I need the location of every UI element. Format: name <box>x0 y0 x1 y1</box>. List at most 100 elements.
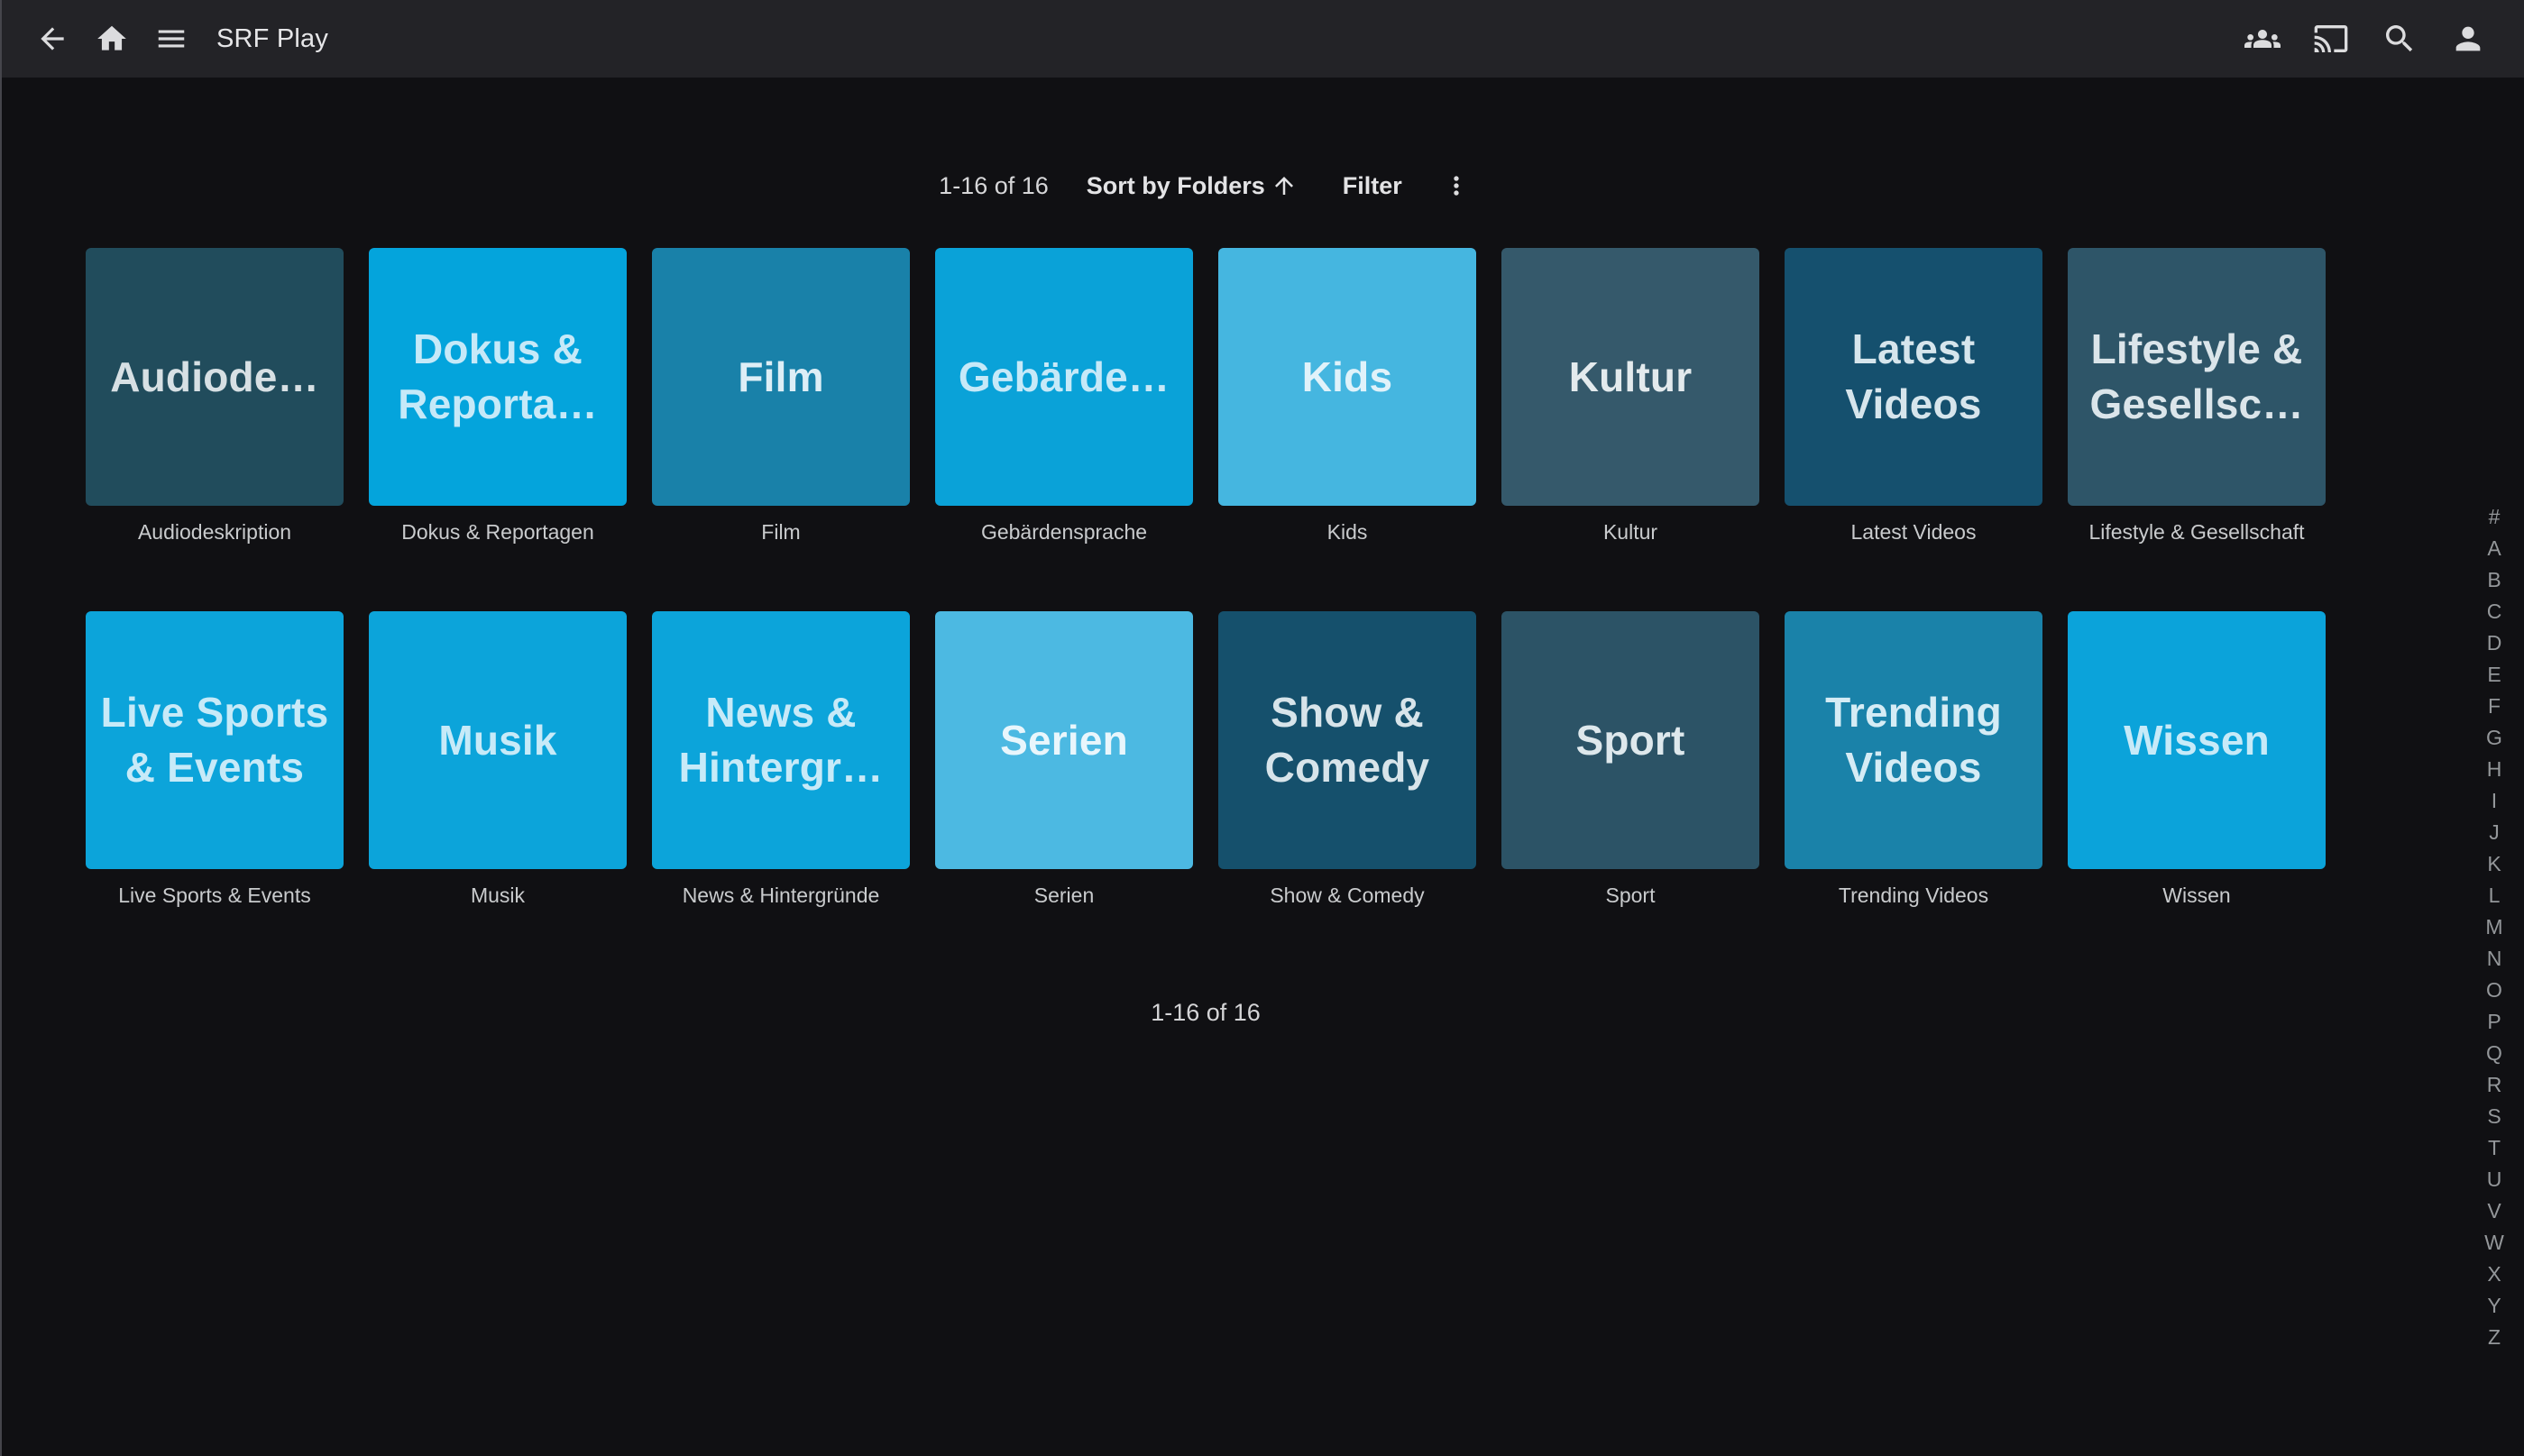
alphabet-letter[interactable]: # <box>2481 501 2508 533</box>
folder-tile[interactable]: Show & Comedy <box>1218 611 1476 869</box>
filter-button-label: Filter <box>1343 172 1402 200</box>
folder-tile[interactable]: Live Sports & Events <box>86 611 344 869</box>
folder-tile-label[interactable]: Film <box>761 520 800 545</box>
alphabet-letter[interactable]: M <box>2481 911 2508 943</box>
profile-button[interactable] <box>2443 14 2493 64</box>
folder-tile-label[interactable]: Lifestyle & Gesellschaft <box>2088 520 2304 545</box>
folder-tile[interactable]: Kultur <box>1501 248 1759 506</box>
folder-tile-label[interactable]: Trending Videos <box>1839 884 1988 908</box>
folder-tile-label[interactable]: Musik <box>471 884 525 908</box>
folder-tile-heading: Serien <box>1000 713 1128 768</box>
folder-tile-label[interactable]: Latest Videos <box>1851 520 1977 545</box>
folder-tile-label[interactable]: Show & Comedy <box>1270 884 1424 908</box>
alphabet-letter[interactable]: O <box>2481 975 2508 1006</box>
library-grid: Audiode… Audiodeskription Dokus & Report… <box>86 248 2326 908</box>
search-icon <box>2382 21 2418 57</box>
folder-tile-heading: News & Hintergr… <box>665 685 897 794</box>
alphabet-letter[interactable]: R <box>2481 1069 2508 1101</box>
overflow-menu-button[interactable] <box>1431 160 1482 211</box>
folder-tile-heading: Show & Comedy <box>1231 685 1464 794</box>
search-button[interactable] <box>2374 14 2425 64</box>
alphabet-letter[interactable]: H <box>2481 754 2508 785</box>
folder-tile-label[interactable]: Sport <box>1606 884 1656 908</box>
alphabet-letter[interactable]: G <box>2481 722 2508 754</box>
home-icon <box>95 22 129 56</box>
folder-tile[interactable]: Kids <box>1218 248 1476 506</box>
alphabet-letter[interactable]: F <box>2481 691 2508 722</box>
back-button[interactable] <box>27 14 78 64</box>
folder-tile-label[interactable]: Wissen <box>2162 884 2230 908</box>
alphabet-letter[interactable]: L <box>2481 880 2508 911</box>
alphabet-letter[interactable]: U <box>2481 1164 2508 1195</box>
folder-tile-label[interactable]: News & Hintergründe <box>683 884 880 908</box>
alphabet-letter[interactable]: X <box>2481 1259 2508 1290</box>
folder-tile[interactable]: Musik <box>369 611 627 869</box>
folder-tile-heading: Trending Videos <box>1797 685 2030 794</box>
folder-tile-label[interactable]: Live Sports & Events <box>118 884 311 908</box>
top-bar: SRF Play <box>0 0 2524 78</box>
folder-tile[interactable]: Gebärde… <box>935 248 1193 506</box>
library-card: Show & Comedy Show & Comedy <box>1218 611 1476 908</box>
library-card: Kids Kids <box>1218 248 1476 545</box>
folder-tile[interactable]: Wissen <box>2068 611 2326 869</box>
folder-tile-label[interactable]: Audiodeskription <box>138 520 291 545</box>
folder-tile-label[interactable]: Kultur <box>1603 520 1657 545</box>
folder-tile-label[interactable]: Dokus & Reportagen <box>401 520 594 545</box>
sort-button[interactable]: Sort by Folders <box>1070 165 1314 207</box>
alphabet-letter[interactable]: V <box>2481 1195 2508 1227</box>
folder-tile-heading: Lifestyle & Gesellsc… <box>2080 322 2313 431</box>
alphabet-letter[interactable]: I <box>2481 785 2508 817</box>
alphabet-letter[interactable]: E <box>2481 659 2508 691</box>
groups-button[interactable] <box>2237 14 2288 64</box>
alphabet-letter[interactable]: D <box>2481 627 2508 659</box>
person-icon <box>2450 21 2486 57</box>
sort-button-label: Sort by Folders <box>1087 172 1265 200</box>
folder-tile[interactable]: Lifestyle & Gesellsc… <box>2068 248 2326 506</box>
filter-button[interactable]: Filter <box>1326 165 1418 207</box>
alphabet-letter[interactable]: W <box>2481 1227 2508 1259</box>
library-card: Live Sports & Events Live Sports & Event… <box>86 611 344 908</box>
alphabet-letter[interactable]: Q <box>2481 1038 2508 1069</box>
alphabet-letter[interactable]: A <box>2481 533 2508 564</box>
library-card: Serien Serien <box>935 611 1193 908</box>
alphabet-letter[interactable]: J <box>2481 817 2508 848</box>
alphabet-letter[interactable]: T <box>2481 1132 2508 1164</box>
folder-tile[interactable]: Trending Videos <box>1785 611 2042 869</box>
home-button[interactable] <box>87 14 137 64</box>
folder-tile[interactable]: News & Hintergr… <box>652 611 910 869</box>
alphabet-letter[interactable]: N <box>2481 943 2508 975</box>
alphabet-letter[interactable]: C <box>2481 596 2508 627</box>
library-card: Audiode… Audiodeskription <box>86 248 344 545</box>
alphabet-picker: #ABCDEFGHIJKLMNOPQRSTUVWXYZ <box>2481 501 2508 1353</box>
folder-tile[interactable]: Latest Videos <box>1785 248 2042 506</box>
folder-tile-heading: Latest Videos <box>1797 322 2030 431</box>
folder-tile[interactable]: Dokus & Reporta… <box>369 248 627 506</box>
folder-tile-heading: Dokus & Reporta… <box>381 322 614 431</box>
folder-tile[interactable]: Film <box>652 248 910 506</box>
alphabet-letter[interactable]: K <box>2481 848 2508 880</box>
alphabet-letter[interactable]: P <box>2481 1006 2508 1038</box>
library-card: Gebärde… Gebärdensprache <box>935 248 1193 545</box>
alphabet-letter[interactable]: B <box>2481 564 2508 596</box>
folder-tile-label[interactable]: Gebärdensprache <box>981 520 1147 545</box>
folder-tile-heading: Kids <box>1302 350 1392 405</box>
library-card: Sport Sport <box>1501 611 1759 908</box>
alphabet-letter[interactable]: Z <box>2481 1322 2508 1353</box>
folder-tile-heading: Wissen <box>2124 713 2270 768</box>
library-card: Film Film <box>652 248 910 545</box>
cast-button[interactable] <box>2306 14 2356 64</box>
menu-button[interactable] <box>146 14 197 64</box>
alphabet-letter[interactable]: Y <box>2481 1290 2508 1322</box>
alphabet-letter[interactable]: S <box>2481 1101 2508 1132</box>
folder-tile[interactable]: Sport <box>1501 611 1759 869</box>
folder-tile-heading: Kultur <box>1569 350 1693 405</box>
page-title: SRF Play <box>216 24 328 54</box>
folder-tile-heading: Audiode… <box>110 350 319 405</box>
folder-tile-label[interactable]: Serien <box>1034 884 1094 908</box>
menu-icon <box>154 22 188 56</box>
top-bar-actions <box>2237 14 2497 64</box>
footer-paging-count: 1-16 of 16 <box>86 999 2326 1027</box>
folder-tile[interactable]: Audiode… <box>86 248 344 506</box>
folder-tile-label[interactable]: Kids <box>1327 520 1368 545</box>
folder-tile[interactable]: Serien <box>935 611 1193 869</box>
